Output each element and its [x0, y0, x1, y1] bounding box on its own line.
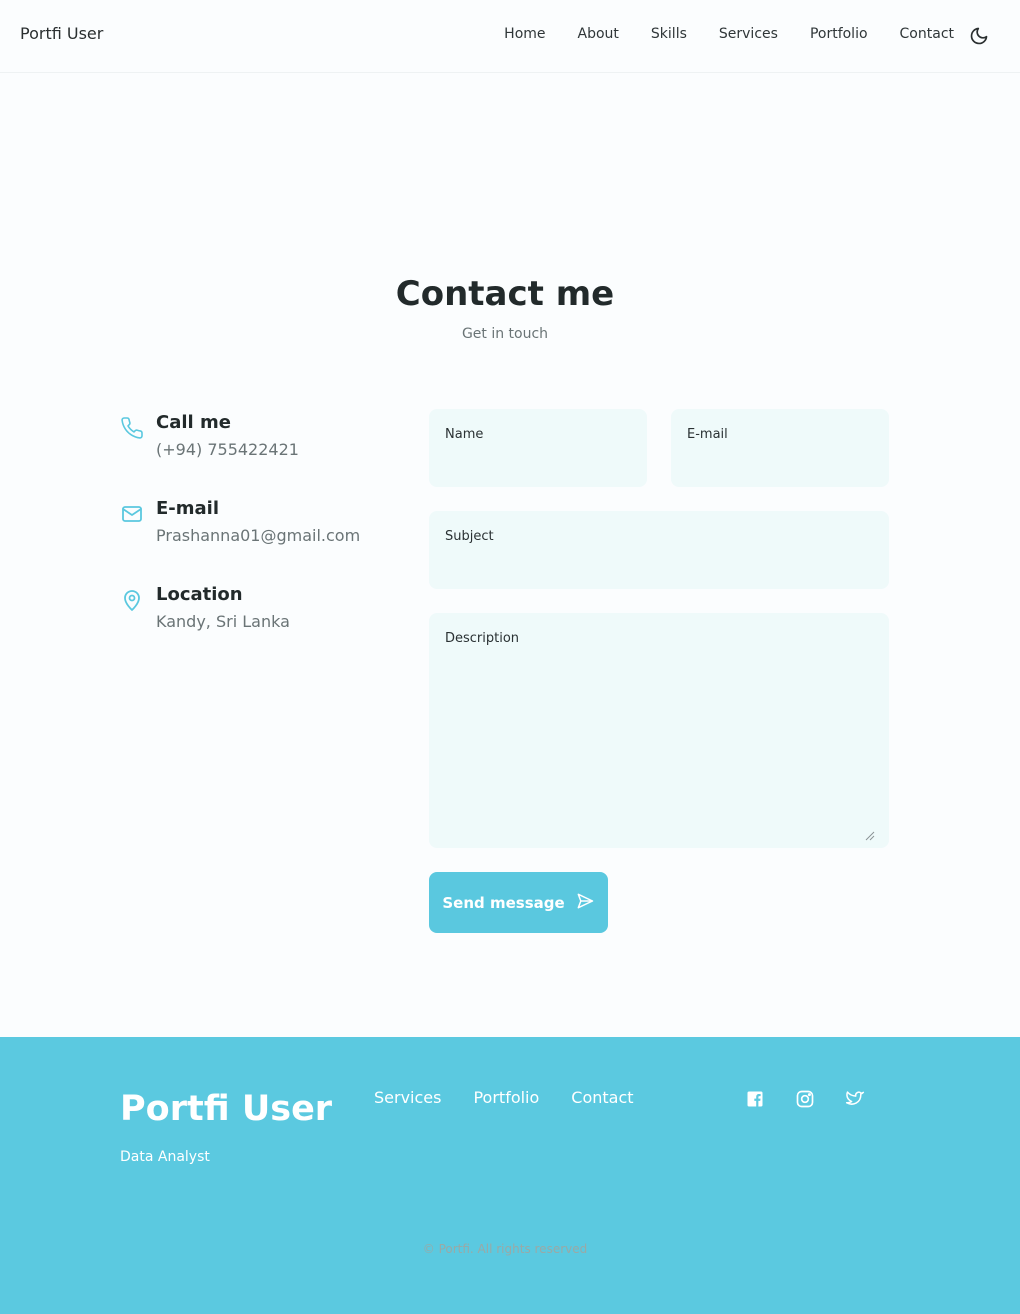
- nav-home[interactable]: Home: [504, 26, 545, 42]
- phone-number: (+94) 755422421: [156, 440, 299, 459]
- send-icon: [575, 891, 595, 915]
- description-textarea[interactable]: [445, 653, 873, 838]
- send-message-label: Send message: [442, 893, 565, 912]
- email-label: E-mail: [687, 427, 728, 442]
- email-address: Prashanna01@gmail.com: [156, 526, 361, 545]
- subject-field[interactable]: Subject: [429, 511, 889, 589]
- resize-handle-icon[interactable]: [865, 826, 875, 841]
- footer-link-contact[interactable]: Contact: [571, 1088, 633, 1107]
- site-footer: Portfi User Data Analyst Services Portfo…: [0, 1037, 1020, 1314]
- section-subtitle: Get in touch: [461, 326, 549, 342]
- map-pin-icon: [120, 588, 146, 614]
- footer-brand: Portfi User: [120, 1089, 333, 1129]
- email-input[interactable]: [687, 449, 873, 477]
- facebook-icon[interactable]: [745, 1089, 765, 1109]
- site-header: Portfi User Home About Skills Services P…: [0, 0, 1020, 73]
- description-label: Description: [445, 631, 520, 646]
- name-input[interactable]: [445, 449, 631, 477]
- mail-icon: [120, 502, 146, 528]
- subject-label: Subject: [445, 529, 494, 544]
- main-nav: Home About Skills Services Portfolio Con…: [504, 26, 954, 42]
- subject-input[interactable]: [445, 551, 873, 579]
- nav-skills[interactable]: Skills: [651, 26, 687, 42]
- footer-links: Services Portfolio Contact: [374, 1088, 634, 1107]
- contact-info-title: E-mail: [156, 498, 220, 519]
- instagram-icon[interactable]: [795, 1089, 815, 1109]
- send-message-button[interactable]: Send message: [429, 872, 608, 933]
- name-label: Name: [445, 427, 484, 442]
- nav-portfolio[interactable]: Portfolio: [810, 26, 868, 42]
- copyright-text: © Portfi. All rights reserved: [422, 1242, 588, 1256]
- nav-contact[interactable]: Contact: [900, 26, 954, 42]
- footer-role: Data Analyst: [120, 1149, 210, 1165]
- footer-link-portfolio[interactable]: Portfolio: [473, 1088, 539, 1107]
- contact-info-title: Location: [156, 584, 243, 605]
- email-field[interactable]: E-mail: [671, 409, 889, 487]
- moon-icon[interactable]: [967, 24, 991, 48]
- name-field[interactable]: Name: [429, 409, 647, 487]
- site-brand[interactable]: Portfi User: [20, 24, 103, 43]
- nav-services[interactable]: Services: [719, 26, 778, 42]
- location-value: Kandy, Sri Lanka: [156, 612, 290, 631]
- footer-link-services[interactable]: Services: [374, 1088, 441, 1107]
- contact-info-title: Call me: [156, 412, 231, 433]
- social-links: [745, 1089, 865, 1109]
- description-field[interactable]: Description: [429, 613, 889, 848]
- twitter-icon[interactable]: [845, 1089, 865, 1109]
- nav-about[interactable]: About: [578, 26, 619, 42]
- section-title: Contact me: [395, 274, 615, 314]
- phone-icon: [120, 416, 146, 442]
